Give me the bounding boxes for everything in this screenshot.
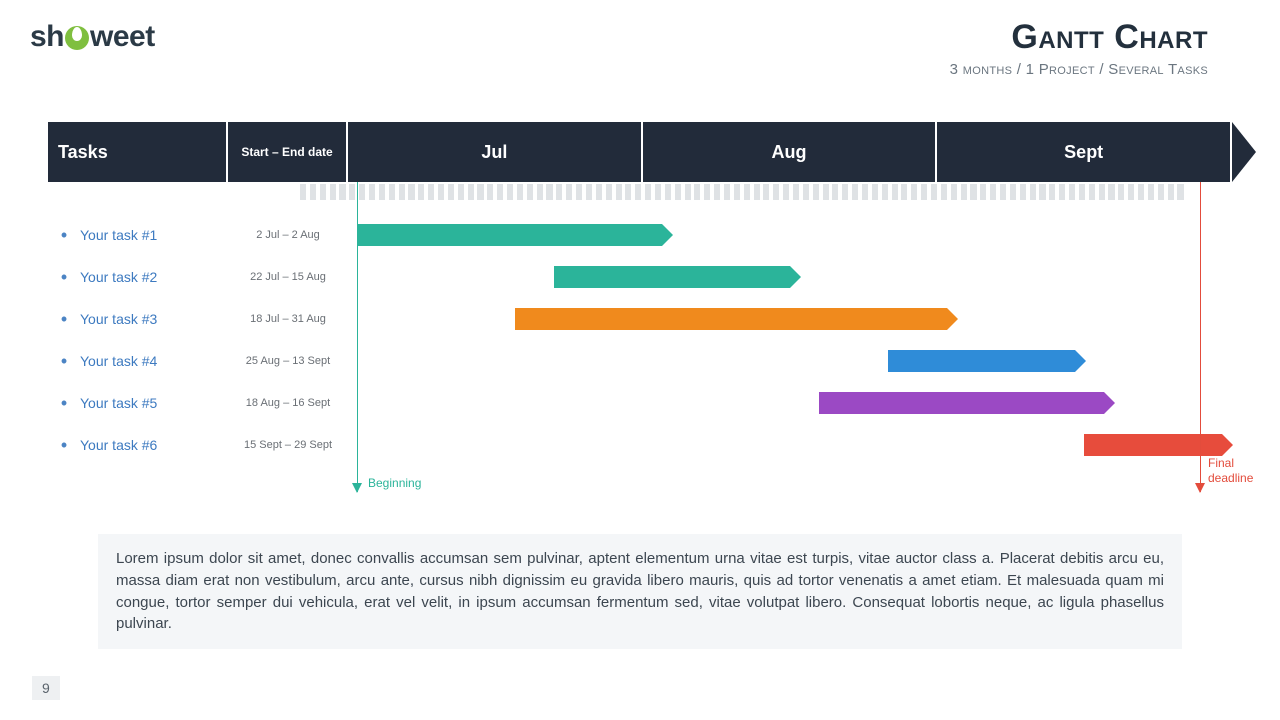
task-bar-area [348, 391, 1232, 415]
task-dates: 15 Sept – 29 Sept [228, 439, 348, 451]
task-dates: 18 Aug – 16 Sept [228, 397, 348, 409]
task-name: Your task #1 [80, 227, 228, 243]
task-name: Your task #5 [80, 395, 228, 411]
task-bar [819, 392, 1104, 414]
task-row: •Your task #222 Jul – 15 Aug [48, 256, 1232, 298]
task-bar-area [348, 307, 1232, 331]
task-bar [358, 224, 662, 246]
task-bar-area [348, 223, 1232, 247]
task-name: Your task #2 [80, 269, 228, 285]
bullet-icon: • [48, 436, 80, 454]
task-dates: 2 Jul – 2 Aug [228, 229, 348, 241]
task-name: Your task #6 [80, 437, 228, 453]
start-marker-line [357, 182, 358, 492]
task-row: •Your task #12 Jul – 2 Aug [48, 214, 1232, 256]
task-dates: 22 Jul – 15 Aug [228, 271, 348, 283]
end-marker-line [1200, 182, 1201, 492]
task-bar-area [348, 349, 1232, 373]
leaf-icon [65, 26, 89, 50]
logo-suffix: weet [90, 20, 155, 53]
logo: shweet [30, 20, 155, 54]
page-subtitle: 3 months / 1 Project / Several Tasks [950, 61, 1208, 78]
header-month-aug: Aug [643, 122, 938, 182]
body-text: Lorem ipsum dolor sit amet, donec conval… [98, 534, 1182, 649]
title-block: Gantt Chart 3 months / 1 Project / Sever… [950, 18, 1208, 78]
task-bar [888, 350, 1075, 372]
chevron-right-icon [1232, 122, 1256, 182]
task-bar-area [348, 265, 1232, 289]
header-tasks-col: Tasks [48, 122, 228, 182]
gantt-header: Tasks Start – End date Jul Aug Sept [48, 122, 1232, 182]
logo-prefix: sh [30, 20, 64, 53]
task-bar [515, 308, 947, 330]
day-ticks [300, 184, 1184, 200]
task-row: •Your task #425 Aug – 13 Sept [48, 340, 1232, 382]
task-bar [1084, 434, 1222, 456]
gantt-chart: Tasks Start – End date Jul Aug Sept •You… [48, 122, 1232, 466]
task-name: Your task #3 [80, 311, 228, 327]
bullet-icon: • [48, 352, 80, 370]
page-title: Gantt Chart [950, 18, 1208, 57]
task-row: •Your task #518 Aug – 16 Sept [48, 382, 1232, 424]
task-row: •Your task #615 Sept – 29 Sept [48, 424, 1232, 466]
task-row: •Your task #318 Jul – 31 Aug [48, 298, 1232, 340]
task-dates: 18 Jul – 31 Aug [228, 313, 348, 325]
gantt-rows: •Your task #12 Jul – 2 Aug•Your task #22… [48, 214, 1232, 466]
header-month-sept: Sept [937, 122, 1232, 182]
task-dates: 25 Aug – 13 Sept [228, 355, 348, 367]
end-marker-label: Final deadline [1208, 456, 1253, 486]
header-dates-col: Start – End date [228, 122, 348, 182]
bullet-icon: • [48, 394, 80, 412]
bullet-icon: • [48, 226, 80, 244]
header-month-jul: Jul [348, 122, 643, 182]
task-name: Your task #4 [80, 353, 228, 369]
start-marker-label: Beginning [368, 476, 421, 490]
task-bar [554, 266, 790, 288]
task-bar-area [348, 433, 1232, 457]
bullet-icon: • [48, 268, 80, 286]
bullet-icon: • [48, 310, 80, 328]
page-number: 9 [32, 676, 60, 700]
